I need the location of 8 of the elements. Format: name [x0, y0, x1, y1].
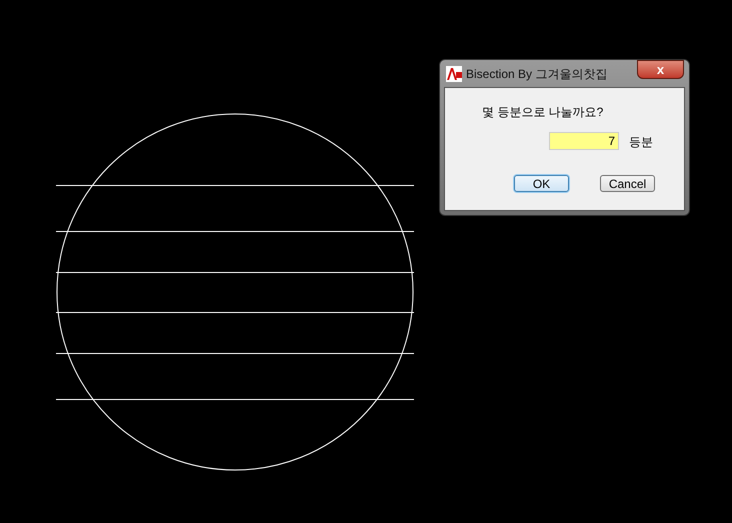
unit-label: 등분	[629, 134, 653, 151]
prompt-text: 몇 등분으로 나눌까요?	[482, 104, 604, 121]
window-title: Bisection By 그겨울의찻집	[466, 66, 608, 82]
dialog-button[interactable]: OK	[514, 175, 569, 192]
number-input-field[interactable]: 7	[549, 132, 619, 150]
app-icon	[446, 66, 462, 82]
close-button[interactable]: x	[637, 60, 684, 79]
dialog-button[interactable]: Cancel	[600, 175, 655, 192]
